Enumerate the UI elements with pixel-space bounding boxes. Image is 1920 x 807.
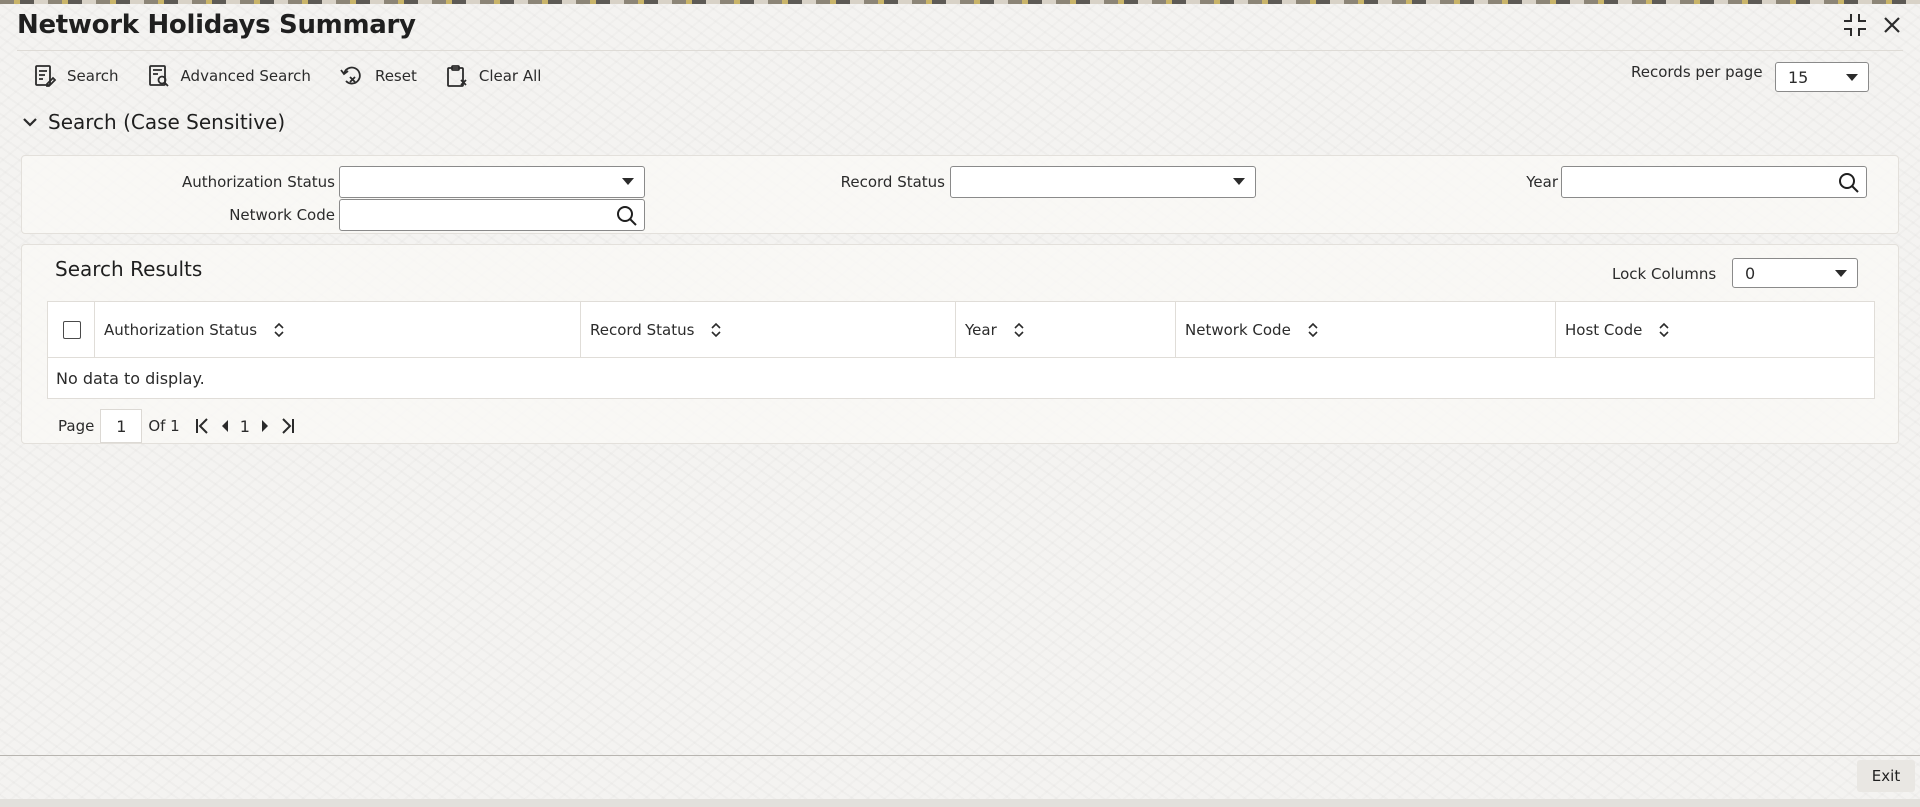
window-controls bbox=[1842, 12, 1902, 38]
magnifier-icon[interactable] bbox=[616, 205, 638, 227]
expand-icon[interactable] bbox=[1842, 12, 1868, 38]
year-input[interactable] bbox=[1561, 166, 1867, 198]
select-all-cell bbox=[48, 302, 95, 358]
page-title: Network Holidays Summary bbox=[17, 10, 416, 40]
sort-icon[interactable] bbox=[1013, 322, 1025, 338]
column-header-label: Authorization Status bbox=[104, 321, 258, 339]
page-label: Page bbox=[58, 417, 95, 435]
authorization-status-label: Authorization Status bbox=[181, 173, 335, 191]
search-button[interactable]: Search bbox=[33, 62, 119, 90]
advanced-search-button-label: Advanced Search bbox=[180, 67, 311, 85]
page-number-input[interactable]: 1 bbox=[100, 409, 143, 443]
lock-columns-value: 0 bbox=[1745, 263, 1756, 283]
column-header-label: Record Status bbox=[590, 321, 695, 339]
magnifier-icon[interactable] bbox=[1838, 172, 1860, 194]
authorization-status-select[interactable] bbox=[339, 166, 645, 198]
search-document-icon bbox=[35, 65, 57, 87]
empty-message: No data to display. bbox=[56, 368, 205, 388]
clear-all-button[interactable]: Clear All bbox=[445, 62, 542, 90]
record-status-select[interactable] bbox=[950, 166, 1256, 198]
sort-icon[interactable] bbox=[1658, 322, 1670, 338]
records-per-page-value: 15 bbox=[1788, 67, 1809, 87]
column-header-label: Network Code bbox=[1185, 321, 1291, 339]
lock-columns-label: Lock Columns bbox=[1612, 265, 1717, 283]
exit-button[interactable]: Exit bbox=[1857, 760, 1915, 792]
current-page-indicator: 1 bbox=[239, 416, 250, 436]
chevron-down-icon bbox=[1846, 74, 1858, 81]
column-header-label: Host Code bbox=[1565, 321, 1643, 339]
network-code-input[interactable] bbox=[339, 199, 645, 231]
search-criteria-panel: Authorization Status Record Status Year … bbox=[21, 155, 1899, 234]
column-header-network-code[interactable]: Network Code bbox=[1176, 302, 1556, 358]
search-results-title: Search Results bbox=[55, 257, 203, 281]
search-section-title: Search (Case Sensitive) bbox=[48, 110, 286, 134]
toolbar: Search Advanced Search Reset Clear All bbox=[33, 62, 541, 90]
records-per-page-label: Records per page bbox=[1631, 63, 1763, 81]
sort-icon[interactable] bbox=[273, 322, 285, 338]
next-page-icon[interactable] bbox=[260, 419, 270, 433]
previous-page-icon[interactable] bbox=[220, 419, 230, 433]
chevron-down-icon bbox=[622, 178, 634, 185]
first-page-icon[interactable] bbox=[194, 417, 210, 435]
chevron-down-icon bbox=[1835, 270, 1847, 277]
header-decor-strip bbox=[0, 0, 1920, 4]
footer-divider bbox=[0, 755, 1920, 756]
column-header-year[interactable]: Year bbox=[956, 302, 1176, 358]
reset-button-label: Reset bbox=[374, 67, 417, 85]
column-header-record-status[interactable]: Record Status bbox=[581, 302, 956, 358]
search-button-label: Search bbox=[67, 67, 119, 85]
last-page-icon[interactable] bbox=[280, 417, 296, 435]
results-table-header: Authorization Status Record Status Year … bbox=[48, 302, 1874, 358]
column-header-authorization-status[interactable]: Authorization Status bbox=[95, 302, 581, 358]
search-results-panel: Search Results Lock Columns 0 Authorizat… bbox=[21, 244, 1899, 444]
results-table: Authorization Status Record Status Year … bbox=[47, 301, 1875, 399]
reset-button[interactable]: Reset bbox=[339, 62, 417, 90]
sort-icon[interactable] bbox=[1307, 322, 1319, 338]
year-label: Year bbox=[1526, 173, 1558, 191]
page-nav: 1 bbox=[194, 417, 296, 436]
pagination: Page 1 Of 1 1 bbox=[58, 409, 296, 443]
record-status-label: Record Status bbox=[840, 173, 945, 191]
network-code-label: Network Code bbox=[229, 206, 335, 224]
advanced-search-icon bbox=[148, 65, 169, 87]
sort-icon[interactable] bbox=[710, 322, 722, 338]
reset-icon bbox=[340, 66, 361, 85]
advanced-search-button[interactable]: Advanced Search bbox=[147, 62, 311, 90]
chevron-down-icon bbox=[23, 118, 37, 127]
column-header-host-code[interactable]: Host Code bbox=[1556, 302, 1874, 358]
lock-columns-select[interactable]: 0 bbox=[1732, 258, 1858, 288]
clear-all-button-label: Clear All bbox=[478, 67, 542, 85]
chevron-down-icon bbox=[1233, 178, 1245, 185]
bottom-bar bbox=[0, 799, 1920, 807]
search-section-toggle[interactable]: Search (Case Sensitive) bbox=[22, 110, 285, 134]
page-of-label: Of 1 bbox=[148, 417, 180, 435]
select-all-checkbox[interactable] bbox=[63, 321, 81, 339]
title-divider bbox=[17, 50, 1903, 51]
records-per-page-select[interactable]: 15 bbox=[1775, 62, 1869, 92]
column-header-label: Year bbox=[965, 321, 997, 339]
clear-all-icon bbox=[446, 65, 467, 87]
close-icon[interactable] bbox=[1882, 15, 1902, 35]
